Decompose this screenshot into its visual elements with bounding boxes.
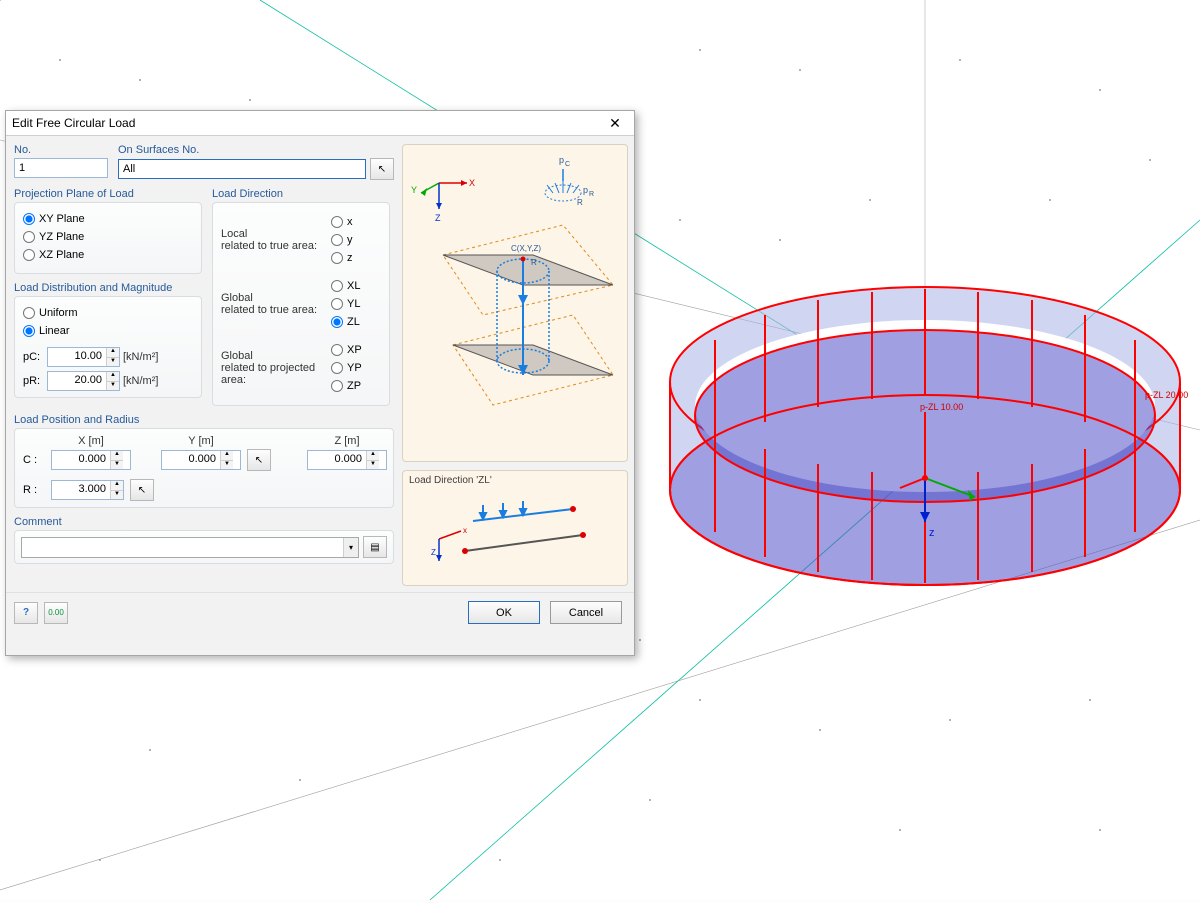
illustration-main: X Y Z pC pR xyxy=(402,144,628,462)
svg-text:Z: Z xyxy=(431,548,436,557)
pc-input[interactable]: ▲▼ xyxy=(47,347,120,367)
position-title: Load Position and Radius xyxy=(14,414,394,426)
units-icon[interactable]: 0.00 xyxy=(44,602,68,624)
axis-z-label: z xyxy=(929,527,935,539)
load-direction-title: Load Direction xyxy=(212,188,390,200)
c-label: C : xyxy=(23,454,49,466)
titlebar[interactable]: Edit Free Circular Load ✕ xyxy=(6,111,634,136)
radio-y[interactable]: y xyxy=(331,232,383,248)
r-label: R : xyxy=(23,484,49,496)
edit-free-circular-load-dialog: Edit Free Circular Load ✕ No. On Surface… xyxy=(5,110,635,656)
pick-surfaces-icon[interactable]: ↖ xyxy=(370,158,394,180)
global-proj-label: Global related to projected area: xyxy=(221,350,331,386)
illus-direction-caption: Load Direction 'ZL' xyxy=(409,475,492,486)
svg-text:R: R xyxy=(589,191,594,198)
label-pzl20: p-ZL 20.00 xyxy=(1145,390,1188,400)
proj-plane-title: Projection Plane of Load xyxy=(14,188,202,200)
radio-xy-plane[interactable]: XY Plane xyxy=(23,211,193,227)
svg-text:R: R xyxy=(531,258,537,267)
comment-library-icon[interactable]: ▤ xyxy=(363,536,387,558)
svg-text:Y: Y xyxy=(411,185,417,195)
svg-text:p: p xyxy=(583,185,588,195)
radio-xl[interactable]: XL xyxy=(331,278,383,294)
local-label: Local related to true area: xyxy=(221,228,331,252)
cx-input[interactable]: ▲▼ xyxy=(51,450,131,470)
svg-text:R: R xyxy=(577,198,583,207)
radio-linear[interactable]: Linear xyxy=(23,323,193,339)
pc-label: pC: xyxy=(23,351,47,363)
radio-uniform[interactable]: Uniform xyxy=(23,305,193,321)
svg-text:Z: Z xyxy=(435,213,441,223)
radio-z[interactable]: z xyxy=(331,250,383,266)
svg-text:x: x xyxy=(463,526,467,535)
radio-yp[interactable]: YP xyxy=(331,360,383,376)
pc-unit: [kN/m²] xyxy=(123,351,158,363)
surfaces-group-title: On Surfaces No. xyxy=(118,144,394,156)
close-icon[interactable]: ✕ xyxy=(602,115,628,132)
cy-input[interactable]: ▲▼ xyxy=(161,450,241,470)
radio-zl[interactable]: ZL xyxy=(331,314,383,330)
label-pzl10: p-ZL 10.00 xyxy=(920,402,963,412)
r-input[interactable]: ▲▼ xyxy=(51,480,124,500)
radio-zp[interactable]: ZP xyxy=(331,378,383,394)
help-icon[interactable]: ? xyxy=(14,602,38,624)
comment-title: Comment xyxy=(14,516,394,528)
global-true-label: Global related to true area: xyxy=(221,292,331,316)
radio-xp[interactable]: XP xyxy=(331,342,383,358)
svg-text:p: p xyxy=(559,155,564,165)
ok-button[interactable]: OK xyxy=(468,601,540,624)
pr-input[interactable]: ▲▼ xyxy=(47,371,120,391)
no-input[interactable] xyxy=(14,158,108,178)
pr-label: pR: xyxy=(23,375,47,387)
cz-input[interactable]: ▲▼ xyxy=(307,450,387,470)
comment-combo[interactable]: ▾ xyxy=(21,537,359,558)
svg-text:C(X,Y,Z): C(X,Y,Z) xyxy=(511,244,541,253)
pr-unit: [kN/m²] xyxy=(123,375,158,387)
y-header: Y [m] xyxy=(161,435,241,447)
dialog-title: Edit Free Circular Load xyxy=(12,116,602,130)
distribution-title: Load Distribution and Magnitude xyxy=(14,282,202,294)
surfaces-input[interactable] xyxy=(118,159,366,179)
radio-x[interactable]: x xyxy=(331,214,383,230)
illustration-direction: Load Direction 'ZL' x Z xyxy=(402,470,628,586)
cancel-button[interactable]: Cancel xyxy=(550,601,622,624)
radio-xz-plane[interactable]: XZ Plane xyxy=(23,247,193,263)
pick-r-icon[interactable]: ↖ xyxy=(130,479,154,501)
svg-text:X: X xyxy=(469,178,475,188)
radio-yz-plane[interactable]: YZ Plane xyxy=(23,229,193,245)
no-group-title: No. xyxy=(14,144,110,156)
svg-text:C: C xyxy=(565,161,570,168)
x-header: X [m] xyxy=(51,435,131,447)
z-header: Z [m] xyxy=(307,435,387,447)
pick-c-icon[interactable]: ↖ xyxy=(247,449,271,471)
radio-yl[interactable]: YL xyxy=(331,296,383,312)
